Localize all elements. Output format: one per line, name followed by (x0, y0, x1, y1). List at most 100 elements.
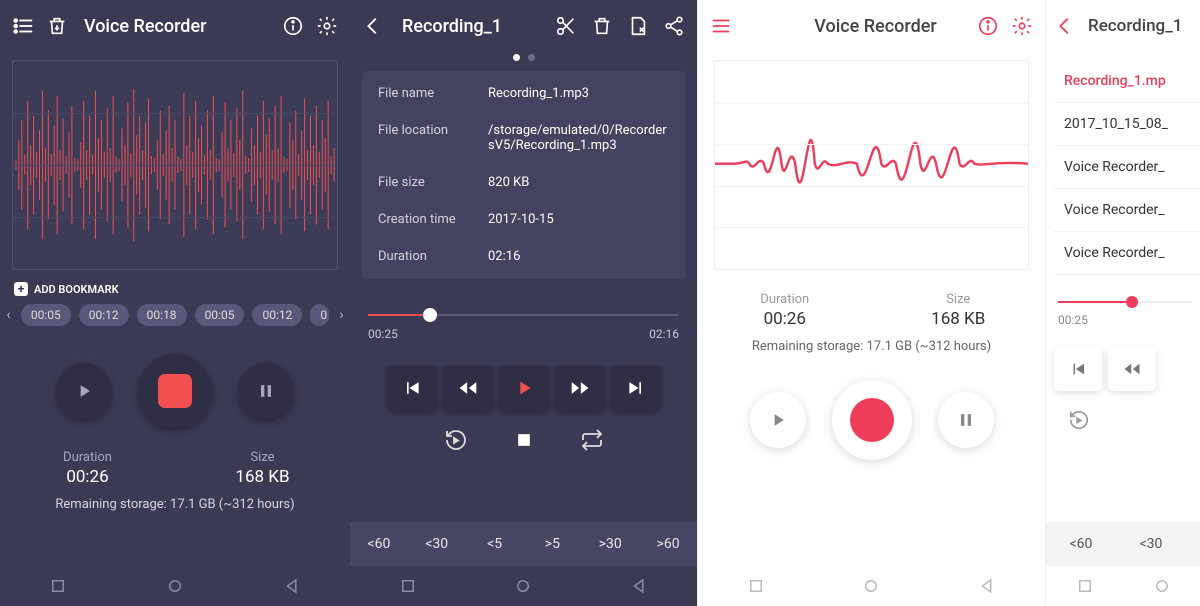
nav-back-icon[interactable] (978, 577, 996, 595)
play-button[interactable] (750, 392, 806, 448)
pause-button[interactable] (238, 363, 294, 419)
file-info-card: File nameRecording_1.mp3 File location/s… (362, 71, 685, 279)
dot-active (513, 54, 520, 61)
play-button[interactable] (56, 363, 112, 419)
seek-bar[interactable] (368, 305, 679, 325)
android-navbar (698, 566, 1045, 606)
plus-icon: + (14, 282, 28, 296)
skip-back-60[interactable]: <60 (1046, 522, 1116, 566)
recorder-dark-screen: Voice Recorder + ADD BOOKMARK ‹ 00:05 00… (0, 0, 350, 606)
size-value: 168 KB (872, 309, 1046, 329)
bookmark-pill[interactable]: 0 (310, 304, 329, 326)
app-title: Voice Recorder (814, 16, 936, 37)
list-item[interactable]: Voice Recorder_ (1054, 232, 1200, 275)
skip-fwd-60[interactable]: >60 (639, 522, 697, 566)
skip-fwd-30[interactable]: >30 (581, 522, 639, 566)
size-value: 168 KB (175, 467, 350, 487)
page-indicator (350, 54, 697, 61)
info-icon[interactable] (977, 15, 999, 37)
next-button[interactable] (611, 365, 661, 411)
delete-icon[interactable] (591, 15, 613, 37)
skip-fwd-5[interactable]: >5 (523, 522, 581, 566)
duration-value: 02:16 (488, 249, 669, 264)
file-size-label: File size (378, 175, 488, 190)
nav-back-icon[interactable] (283, 577, 301, 595)
menu-icon[interactable] (12, 15, 34, 37)
playback-controls (1054, 347, 1200, 391)
stop-icon[interactable] (509, 425, 539, 455)
previous-button[interactable] (387, 365, 437, 411)
previous-button[interactable] (1054, 347, 1102, 391)
dot (528, 54, 535, 61)
bookmark-row[interactable]: ‹ 00:05 00:12 00:18 00:05 00:12 0 › (0, 300, 350, 330)
stats-row: Duration 00:26 Size 168 KB (698, 292, 1045, 329)
nav-recent-icon[interactable] (399, 577, 417, 595)
gear-icon[interactable] (316, 15, 338, 37)
rewind-button[interactable] (443, 365, 493, 411)
android-navbar (1046, 566, 1200, 606)
skip-back-60[interactable]: <60 (350, 522, 408, 566)
record-icon (158, 374, 192, 408)
seek-thumb[interactable] (1126, 296, 1138, 308)
chevron-left-icon[interactable]: ‹ (4, 307, 13, 323)
forward-button[interactable] (555, 365, 605, 411)
list-item-selected[interactable]: Recording_1.mp (1054, 60, 1200, 103)
nav-recent-icon[interactable] (747, 577, 765, 595)
nav-home-icon[interactable] (166, 577, 184, 595)
size-label: Size (175, 450, 350, 465)
cut-icon[interactable] (555, 15, 577, 37)
record-button[interactable] (832, 380, 912, 460)
nav-home-icon[interactable] (1153, 577, 1171, 595)
skip-back-30[interactable]: <30 (408, 522, 466, 566)
playback-secondary (1064, 405, 1200, 435)
bookmark-pill[interactable]: 00:18 (137, 304, 187, 326)
share-icon[interactable] (663, 15, 685, 37)
replay-icon[interactable] (441, 425, 471, 455)
nav-back-icon[interactable] (630, 577, 648, 595)
add-bookmark-label: ADD BOOKMARK (34, 283, 119, 296)
bookmark-pill[interactable]: 00:05 (21, 304, 71, 326)
file-name-value: Recording_1.mp3 (488, 86, 669, 101)
gear-icon[interactable] (1011, 15, 1033, 37)
rewind-button[interactable] (1108, 347, 1156, 391)
file-name-label: File name (378, 86, 488, 101)
nav-recent-icon[interactable] (49, 577, 67, 595)
replay-icon[interactable] (1064, 405, 1094, 435)
edit-icon[interactable] (627, 15, 649, 37)
play-button[interactable] (499, 365, 549, 411)
nav-home-icon[interactable] (862, 577, 880, 595)
skip-bar: <60 <30 (1046, 522, 1200, 566)
file-location-value: /storage/emulated/0/RecordersV5/Recordin… (488, 123, 669, 153)
record-stop-button[interactable] (138, 354, 212, 428)
menu-icon[interactable] (710, 15, 732, 37)
recorder-light-screen: Voice Recorder Duration 00:26 Size 168 K… (697, 0, 1045, 606)
skip-back-5[interactable]: <5 (466, 522, 524, 566)
topbar: Voice Recorder (698, 0, 1045, 52)
bookmark-pill[interactable]: 00:12 (252, 304, 302, 326)
list-item[interactable]: Voice Recorder_ (1054, 189, 1200, 232)
creation-time-value: 2017-10-15 (488, 212, 669, 227)
list-item[interactable]: Voice Recorder_ (1054, 146, 1200, 189)
seek-bar[interactable] (1058, 293, 1192, 311)
nav-recent-icon[interactable] (1076, 577, 1094, 595)
nav-home-icon[interactable] (514, 577, 532, 595)
add-bookmark-button[interactable]: + ADD BOOKMARK (14, 282, 336, 296)
trash-restore-icon[interactable] (46, 15, 68, 37)
app-title: Voice Recorder (84, 16, 206, 37)
playback-secondary (350, 425, 697, 455)
list-item[interactable]: 2017_10_15_08_ (1054, 103, 1200, 146)
bookmark-pill[interactable]: 00:05 (195, 304, 245, 326)
duration-label: Duration (378, 249, 488, 264)
seek-thumb[interactable] (423, 308, 437, 322)
back-icon[interactable] (362, 15, 384, 37)
pause-button[interactable] (938, 392, 994, 448)
chevron-right-icon[interactable]: › (337, 307, 346, 323)
info-icon[interactable] (282, 15, 304, 37)
back-icon[interactable] (1054, 15, 1076, 37)
remaining-storage: Remaining storage: 17.1 GB (~312 hours) (0, 497, 350, 512)
bookmark-pill[interactable]: 00:12 (79, 304, 129, 326)
android-navbar (0, 566, 350, 606)
file-location-label: File location (378, 123, 488, 153)
skip-back-30[interactable]: <30 (1116, 522, 1186, 566)
repeat-icon[interactable] (577, 425, 607, 455)
